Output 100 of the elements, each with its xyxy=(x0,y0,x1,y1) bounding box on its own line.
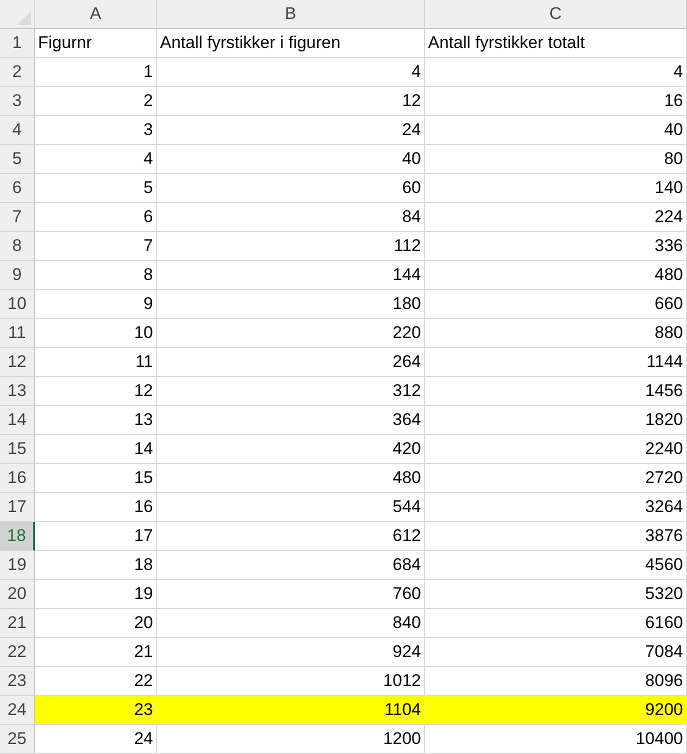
table-cell: 1144 xyxy=(425,348,687,377)
table-cell: 6 xyxy=(35,203,157,232)
table-cell: 480 xyxy=(157,464,425,493)
table-cell: 9200 xyxy=(425,696,687,725)
table-cell: 5 xyxy=(35,174,157,203)
table-cell: 1104 xyxy=(157,696,425,725)
table-cell: 11 xyxy=(35,348,157,377)
row-header[interactable]: 1 xyxy=(0,29,35,58)
table-cell: 1200 xyxy=(157,725,425,754)
table-cell: 4 xyxy=(35,145,157,174)
table-cell: 684 xyxy=(157,551,425,580)
table-cell: 16 xyxy=(35,493,157,522)
table-cell: 3264 xyxy=(425,493,687,522)
table-cell: 16 xyxy=(425,87,687,116)
table-cell: 880 xyxy=(425,319,687,348)
table-cell: 4560 xyxy=(425,551,687,580)
row-header[interactable]: 20 xyxy=(0,580,35,609)
row-header[interactable]: 3 xyxy=(0,87,35,116)
table-cell: 24 xyxy=(157,116,425,145)
table-cell: 4 xyxy=(425,58,687,87)
table-cell: 4 xyxy=(157,58,425,87)
table-cell: 1456 xyxy=(425,377,687,406)
row-header[interactable]: 10 xyxy=(0,290,35,319)
table-cell: 15 xyxy=(35,464,157,493)
row-header[interactable]: 18 xyxy=(0,522,35,551)
table-cell: 2720 xyxy=(425,464,687,493)
table-cell: 924 xyxy=(157,638,425,667)
row-header[interactable]: 15 xyxy=(0,435,35,464)
column-header[interactable]: C xyxy=(425,0,687,29)
table-cell: 660 xyxy=(425,290,687,319)
column-header[interactable]: B xyxy=(157,0,425,29)
row-header[interactable]: 22 xyxy=(0,638,35,667)
table-cell: 3 xyxy=(35,116,157,145)
table-cell: 5320 xyxy=(425,580,687,609)
row-header[interactable]: 11 xyxy=(0,319,35,348)
table-cell: 23 xyxy=(35,696,157,725)
table-cell: 1 xyxy=(35,58,157,87)
row-header[interactable]: 14 xyxy=(0,406,35,435)
table-cell: Antall fyrstikker i figuren xyxy=(157,29,425,58)
table-cell: 6160 xyxy=(425,609,687,638)
table-cell: 10400 xyxy=(425,725,687,754)
table-cell: 264 xyxy=(157,348,425,377)
table-cell: 2 xyxy=(35,87,157,116)
row-header[interactable]: 25 xyxy=(0,725,35,754)
table-cell: 180 xyxy=(157,290,425,319)
table-cell: 1820 xyxy=(425,406,687,435)
row-header[interactable]: 19 xyxy=(0,551,35,580)
table-cell: 312 xyxy=(157,377,425,406)
table-cell: 7 xyxy=(35,232,157,261)
table-cell: 480 xyxy=(425,261,687,290)
table-cell: 14 xyxy=(35,435,157,464)
table-cell: 22 xyxy=(35,667,157,696)
table-cell: 7084 xyxy=(425,638,687,667)
row-header[interactable]: 6 xyxy=(0,174,35,203)
row-header[interactable]: 12 xyxy=(0,348,35,377)
table-cell: 420 xyxy=(157,435,425,464)
table-cell: 112 xyxy=(157,232,425,261)
row-header[interactable]: 16 xyxy=(0,464,35,493)
table-cell: 84 xyxy=(157,203,425,232)
table-cell: 8 xyxy=(35,261,157,290)
table-cell: 80 xyxy=(425,145,687,174)
table-cell: 24 xyxy=(35,725,157,754)
row-header[interactable]: 8 xyxy=(0,232,35,261)
table-cell: 40 xyxy=(157,145,425,174)
table-cell: 8096 xyxy=(425,667,687,696)
table-cell: Figurnr xyxy=(35,29,157,58)
row-header[interactable]: 24 xyxy=(0,696,35,725)
row-header[interactable]: 4 xyxy=(0,116,35,145)
row-header[interactable]: 2 xyxy=(0,58,35,87)
row-header[interactable]: 21 xyxy=(0,609,35,638)
table-cell: 12 xyxy=(157,87,425,116)
table-cell: 10 xyxy=(35,319,157,348)
table-cell: 760 xyxy=(157,580,425,609)
column-header[interactable]: A xyxy=(35,0,157,29)
table-cell: 2240 xyxy=(425,435,687,464)
table-cell: 9 xyxy=(35,290,157,319)
table-cell: 12 xyxy=(35,377,157,406)
row-header[interactable]: 23 xyxy=(0,667,35,696)
table-cell: 224 xyxy=(425,203,687,232)
row-header[interactable]: 5 xyxy=(0,145,35,174)
table-cell: Antall fyrstikker totalt xyxy=(425,29,687,58)
table-cell: 18 xyxy=(35,551,157,580)
table-cell: 13 xyxy=(35,406,157,435)
row-header[interactable]: 13 xyxy=(0,377,35,406)
table-cell: 20 xyxy=(35,609,157,638)
table-cell: 140 xyxy=(425,174,687,203)
select-all-corner[interactable] xyxy=(0,0,35,29)
row-header[interactable]: 7 xyxy=(0,203,35,232)
table-cell: 21 xyxy=(35,638,157,667)
row-header[interactable]: 17 xyxy=(0,493,35,522)
table-cell: 144 xyxy=(157,261,425,290)
table-cell: 40 xyxy=(425,116,687,145)
table-cell: 220 xyxy=(157,319,425,348)
table-cell: 840 xyxy=(157,609,425,638)
table-cell: 60 xyxy=(157,174,425,203)
table-cell: 3876 xyxy=(425,522,687,551)
table-cell: 336 xyxy=(425,232,687,261)
row-header[interactable]: 9 xyxy=(0,261,35,290)
table-cell: 544 xyxy=(157,493,425,522)
table-cell: 19 xyxy=(35,580,157,609)
